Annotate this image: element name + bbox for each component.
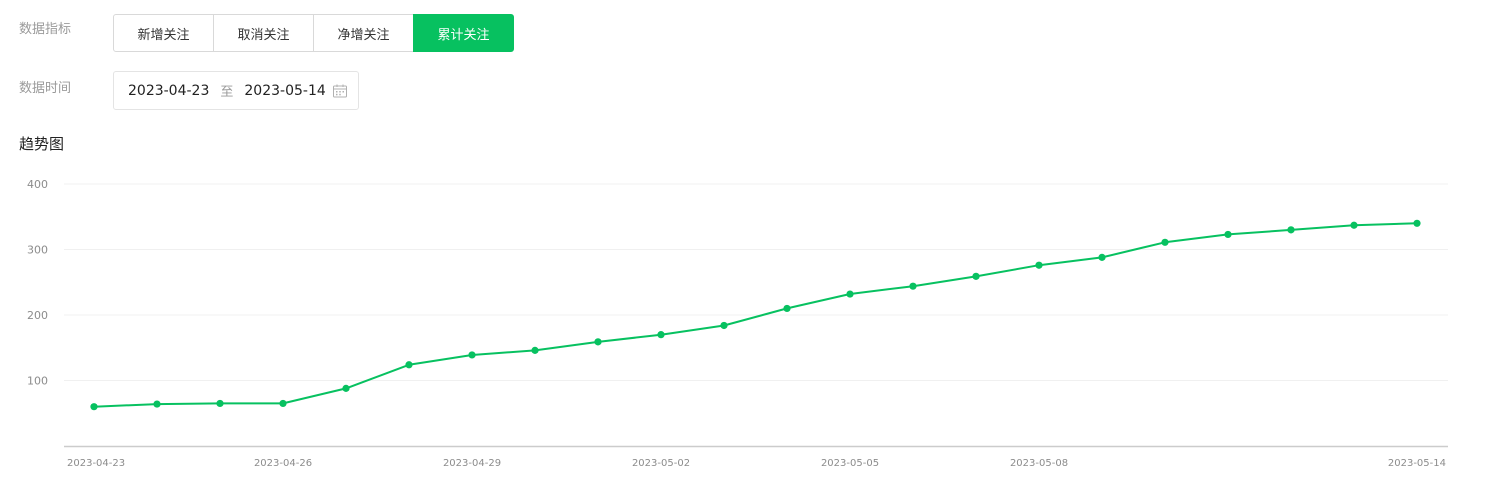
data-point[interactable] bbox=[531, 346, 539, 354]
x-tick-label: 2023-05-05 bbox=[821, 458, 879, 469]
data-point[interactable] bbox=[1350, 221, 1358, 229]
data-point[interactable] bbox=[1224, 230, 1232, 239]
metric-total-follow-button[interactable]: 累计关注 bbox=[413, 14, 514, 52]
trend-chart-title: 趋势图 bbox=[19, 135, 65, 153]
data-point[interactable] bbox=[720, 321, 728, 330]
trend-line-chart: 100 200 300 400 2023-04-23 2023-04-26 2023-04-… bbox=[27, 178, 1448, 469]
data-point[interactable] bbox=[153, 400, 161, 408]
metric-new-follow-button[interactable]: 新增关注 bbox=[113, 14, 214, 52]
data-point[interactable] bbox=[279, 399, 287, 408]
y-tick-label: 100 bbox=[27, 375, 48, 388]
data-point[interactable] bbox=[594, 338, 602, 346]
data-point[interactable] bbox=[1161, 238, 1169, 246]
x-tick-label: 2023-05-02 bbox=[632, 458, 690, 469]
date-end-value[interactable]: 2023-05-14 bbox=[244, 83, 325, 99]
y-tick-label: 300 bbox=[27, 244, 48, 257]
data-point[interactable] bbox=[342, 384, 350, 392]
date-range-picker[interactable]: 2023-04-23 至 2023-05-14 bbox=[113, 71, 359, 110]
metric-unfollow-button[interactable]: 取消关注 bbox=[213, 14, 314, 52]
metric-button-group: 新增关注 取消关注 净增关注 累计关注 bbox=[113, 14, 514, 52]
date-range-separator: 至 bbox=[220, 85, 234, 100]
x-tick-label: 2023-05-08 bbox=[1010, 458, 1068, 469]
data-point[interactable] bbox=[846, 290, 854, 298]
date-start-value[interactable]: 2023-04-23 bbox=[128, 83, 209, 99]
page: 数据指标 新增关注 取消关注 净增关注 累计关注 数据时间 2023-04-23… bbox=[0, 0, 1485, 487]
data-point[interactable] bbox=[909, 282, 917, 290]
data-point[interactable] bbox=[1098, 253, 1106, 261]
metric-label: 数据指标 bbox=[19, 22, 72, 37]
x-tick-label: 2023-04-29 bbox=[443, 458, 501, 469]
data-point[interactable] bbox=[972, 272, 980, 280]
metric-net-follow-button[interactable]: 净增关注 bbox=[313, 14, 414, 52]
data-point[interactable] bbox=[405, 361, 413, 369]
x-tick-label: 2023-05-14 bbox=[1388, 458, 1446, 469]
y-tick-label: 400 bbox=[27, 178, 48, 191]
data-point[interactable] bbox=[216, 399, 224, 408]
data-point[interactable] bbox=[90, 403, 98, 411]
x-tick-label: 2023-04-26 bbox=[254, 458, 312, 469]
time-label: 数据时间 bbox=[19, 81, 72, 96]
data-point[interactable] bbox=[1413, 219, 1421, 227]
data-point[interactable] bbox=[783, 304, 791, 313]
calendar-icon[interactable] bbox=[332, 83, 348, 99]
data-point[interactable] bbox=[657, 331, 665, 339]
x-tick-label: 2023-04-23 bbox=[67, 458, 125, 469]
data-point[interactable] bbox=[1035, 261, 1043, 269]
y-tick-label: 200 bbox=[27, 309, 48, 322]
data-point[interactable] bbox=[1287, 226, 1295, 234]
data-point[interactable] bbox=[468, 351, 476, 359]
